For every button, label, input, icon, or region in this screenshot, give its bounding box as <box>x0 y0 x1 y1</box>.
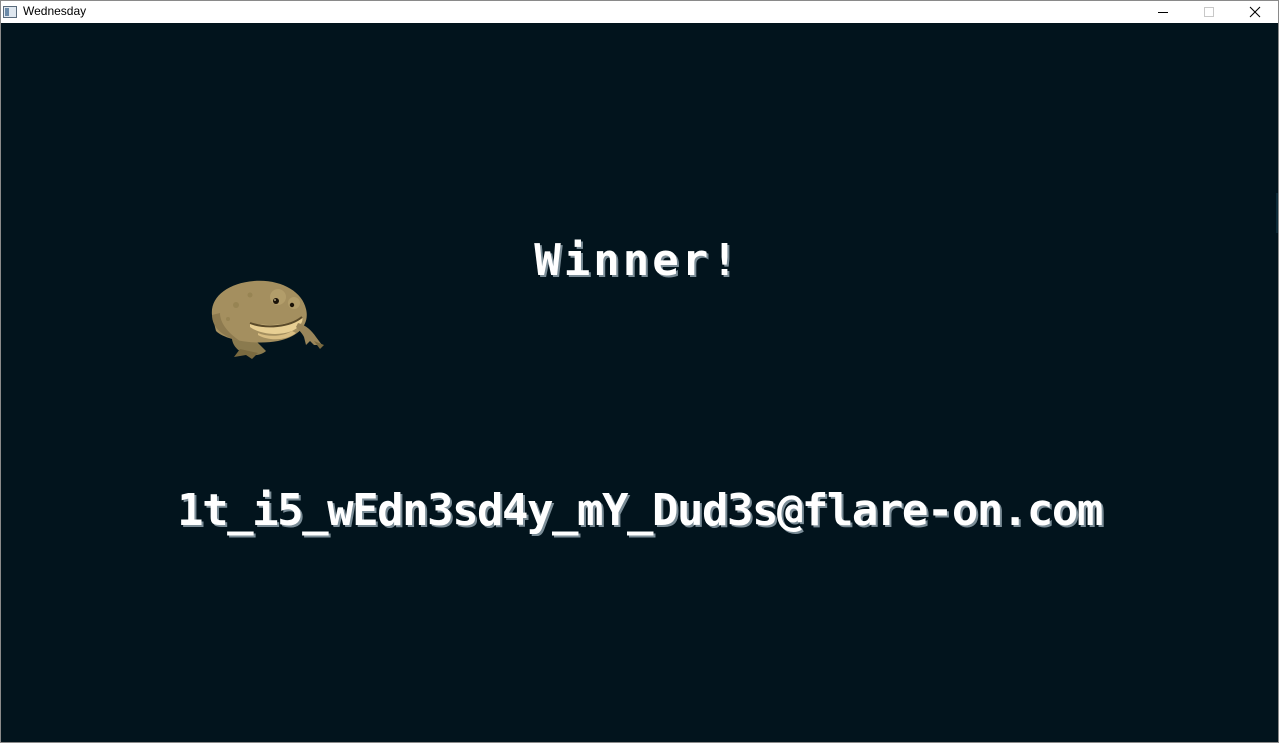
close-button[interactable] <box>1232 1 1278 22</box>
game-canvas[interactable]: Winner! 1t_i5_wEdn3sd4y_mY_Dud3s@flare-o… <box>1 23 1278 742</box>
window-title: Wednesday <box>23 4 87 18</box>
window-controls <box>1140 1 1278 22</box>
maximize-button[interactable] <box>1186 1 1232 22</box>
minimize-button[interactable] <box>1140 1 1186 22</box>
winner-text: Winner! <box>534 235 741 286</box>
canvas-edge-artifact <box>1276 193 1278 233</box>
frog-sprite <box>211 280 324 359</box>
app-window: Wednesday Winner! 1t_i5_wEdn3sd4y_mY_Dud… <box>0 0 1279 743</box>
maximize-icon <box>1204 6 1214 17</box>
flag-text: 1t_i5_wEdn3sd4y_mY_Dud3s@flare-on.com <box>177 485 1103 536</box>
minimize-icon <box>1158 11 1168 13</box>
close-icon <box>1249 6 1261 17</box>
app-icon[interactable] <box>3 5 17 18</box>
title-bar[interactable]: Wednesday <box>1 1 1278 22</box>
